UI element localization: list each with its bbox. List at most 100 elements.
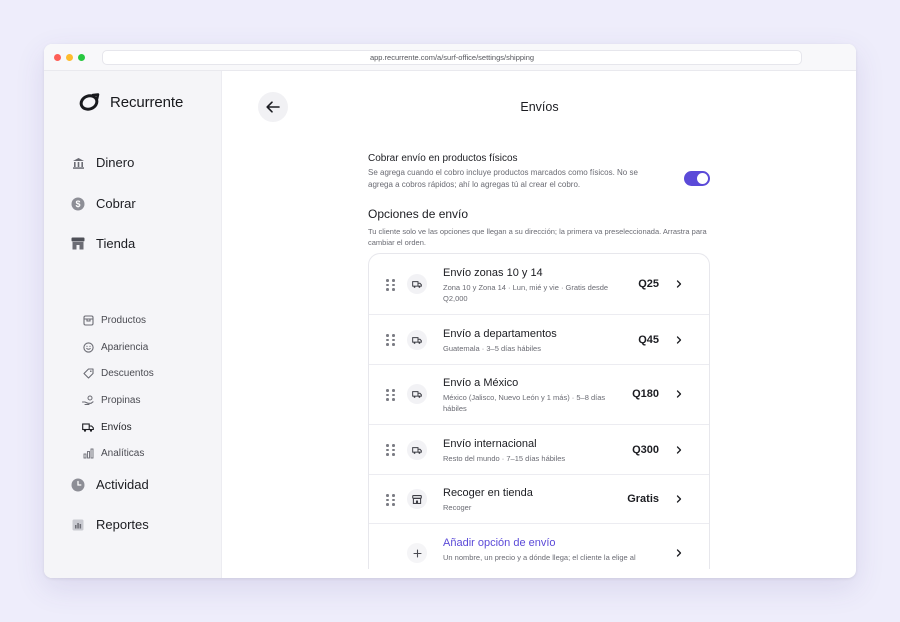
minimize-window-button[interactable]	[66, 54, 73, 61]
chevron-right-icon	[676, 390, 682, 398]
maximize-window-button[interactable]	[78, 54, 85, 61]
tag-icon	[82, 367, 94, 379]
truck-icon	[82, 421, 94, 433]
shipping-option-text: Recoger en tienda Recoger	[443, 487, 623, 513]
hand-coin-icon	[82, 394, 94, 406]
shipping-options-list: Envío zonas 10 y 14 Zona 10 y Zona 14 · …	[368, 253, 710, 569]
shipping-option-name: Envío a México	[443, 377, 519, 389]
drag-handle-icon[interactable]	[386, 389, 395, 401]
shipping-option-price: Q180	[632, 388, 659, 400]
bars-icon	[82, 447, 94, 459]
sidebar-subitem-apariencia[interactable]: Apariencia	[82, 341, 148, 353]
truck-icon	[407, 274, 427, 294]
close-window-button[interactable]	[54, 54, 61, 61]
drag-handle-icon[interactable]	[386, 279, 395, 291]
truck-icon	[407, 330, 427, 350]
shipping-option-row[interactable]: Envío a México México (Jalisco, Nuevo Le…	[369, 365, 709, 425]
shipping-option-meta: México (Jalisco, Nuevo León y 1 más) · 5…	[443, 393, 606, 413]
sidebar-item-label: Reportes	[96, 517, 149, 532]
shipping-option-price: Gratis	[627, 493, 659, 505]
chevron-right-icon	[676, 336, 682, 344]
store-icon	[71, 237, 85, 251]
add-shipping-option-text: Añadir opción de envío Un nombre, un pre…	[443, 537, 663, 563]
shipping-option-text: Envío a México México (Jalisco, Nuevo Le…	[443, 377, 623, 414]
drag-handle-icon[interactable]	[386, 444, 395, 456]
sidebar-subitem-propinas[interactable]: Propinas	[82, 394, 140, 406]
sidebar-subitem-analiticas[interactable]: Analíticas	[82, 447, 144, 459]
url-bar[interactable]: app.recurrente.com/a/surf-office/setting…	[102, 50, 802, 65]
bank-icon	[71, 156, 85, 170]
add-shipping-option-row[interactable]: Añadir opción de envío Un nombre, un pre…	[369, 524, 709, 569]
sidebar-subitem-label: Propinas	[101, 394, 141, 406]
browser-window: app.recurrente.com/a/surf-office/setting…	[44, 44, 856, 578]
sidebar-subitem-descuentos[interactable]: Descuentos	[82, 367, 154, 379]
shipping-option-meta: Recoger	[443, 503, 472, 512]
shipping-option-name: Envío internacional	[443, 438, 537, 450]
sidebar-subitem-label: Apariencia	[101, 341, 149, 353]
chevron-right-icon	[676, 549, 682, 557]
shipping-option-text: Envío a departamentos Guatemala · 3–5 dí…	[443, 328, 623, 354]
sidebar-subitem-envios[interactable]: Envíos	[82, 421, 132, 433]
shipping-option-row[interactable]: Envío zonas 10 y 14 Zona 10 y Zona 14 · …	[369, 254, 709, 315]
clock-icon	[71, 478, 85, 492]
drag-handle-icon[interactable]	[386, 334, 395, 346]
shipping-option-name: Envío zonas 10 y 14	[443, 267, 543, 279]
shipping-option-text: Envío zonas 10 y 14 Zona 10 y Zona 14 · …	[443, 267, 623, 304]
smile-icon	[82, 341, 94, 353]
add-shipping-option-label: Añadir opción de envío	[443, 537, 556, 549]
plus-icon	[407, 543, 427, 563]
sidebar-item-cobrar[interactable]: $ Cobrar	[71, 196, 136, 211]
shipping-option-meta: Resto del mundo · 7–15 días hábiles	[443, 454, 566, 463]
truck-icon	[407, 440, 427, 460]
box-icon	[82, 314, 94, 326]
shipping-option-row[interactable]: Envío a departamentos Guatemala · 3–5 dí…	[369, 315, 709, 365]
section-description: Tu cliente solo ve las opciones que lleg…	[368, 227, 707, 247]
brand-name: Recurrente	[110, 93, 184, 111]
sidebar-item-tienda[interactable]: Tienda	[71, 236, 135, 251]
page-title: Envíos	[520, 100, 559, 114]
shipping-option-name: Recoger en tienda	[443, 487, 533, 499]
sidebar-item-actividad[interactable]: Actividad	[71, 477, 149, 492]
sidebar-item-reportes[interactable]: Reportes	[71, 517, 149, 532]
svg-text:$: $	[75, 199, 80, 209]
shipping-option-text: Envío internacional Resto del mundo · 7–…	[443, 438, 623, 464]
sidebar-subitem-productos[interactable]: Productos	[82, 314, 146, 326]
chart-icon	[71, 518, 85, 532]
drag-handle-icon[interactable]	[386, 494, 395, 506]
main-content: Envíos Cobrar envío en productos físicos…	[223, 71, 856, 578]
add-shipping-option-meta: Un nombre, un precio y a dónde llega; el…	[443, 553, 636, 562]
shipping-option-price: Q25	[638, 278, 659, 290]
chevron-right-icon	[676, 280, 682, 288]
sidebar-subitem-label: Analíticas	[101, 447, 145, 459]
sidebar-item-label: Cobrar	[96, 196, 136, 211]
brand-logo[interactable]: Recurrente	[78, 93, 183, 111]
shipping-option-row[interactable]: Envío internacional Resto del mundo · 7–…	[369, 425, 709, 475]
shipping-toggle-description: Se agrega cuando el cobro incluye produc…	[368, 168, 638, 189]
store-icon	[407, 489, 427, 509]
shipping-toggle-row: Cobrar envío en productos físicos Se agr…	[368, 153, 710, 191]
sidebar-item-label: Actividad	[96, 477, 149, 492]
browser-titlebar: app.recurrente.com/a/surf-office/setting…	[44, 44, 856, 71]
shipping-option-meta: Guatemala · 3–5 días hábiles	[443, 344, 541, 353]
sidebar-subitem-label: Productos	[101, 314, 147, 326]
shipping-toggle-switch[interactable]	[684, 171, 710, 186]
shipping-option-name: Envío a departamentos	[443, 328, 557, 340]
dollar-icon: $	[71, 197, 85, 211]
shipping-toggle-title: Cobrar envío en productos físicos	[368, 153, 518, 164]
shipping-option-meta: Zona 10 y Zona 14 · Lun, mié y vie · Gra…	[443, 283, 609, 303]
sidebar-subitem-label: Descuentos	[101, 367, 154, 379]
sidebar-item-label: Tienda	[96, 236, 136, 251]
shipping-option-price: Q45	[638, 334, 659, 346]
chevron-right-icon	[676, 446, 682, 454]
chevron-right-icon	[676, 495, 682, 503]
section-title: Opciones de envío	[368, 207, 469, 221]
shipping-option-row[interactable]: Recoger en tienda Recoger Gratis	[369, 475, 709, 524]
shipping-option-price: Q300	[632, 444, 659, 456]
shipping-settings: Cobrar envío en productos físicos Se agr…	[368, 153, 710, 569]
sidebar-subitem-label: Envíos	[101, 421, 132, 433]
sidebar-item-label: Dinero	[96, 155, 135, 170]
sidebar: Recurrente Dinero $ Cobrar Tienda Produc…	[44, 71, 222, 578]
recurrente-logo-icon	[79, 93, 100, 111]
sidebar-item-dinero[interactable]: Dinero	[71, 155, 134, 170]
truck-icon	[407, 384, 427, 404]
